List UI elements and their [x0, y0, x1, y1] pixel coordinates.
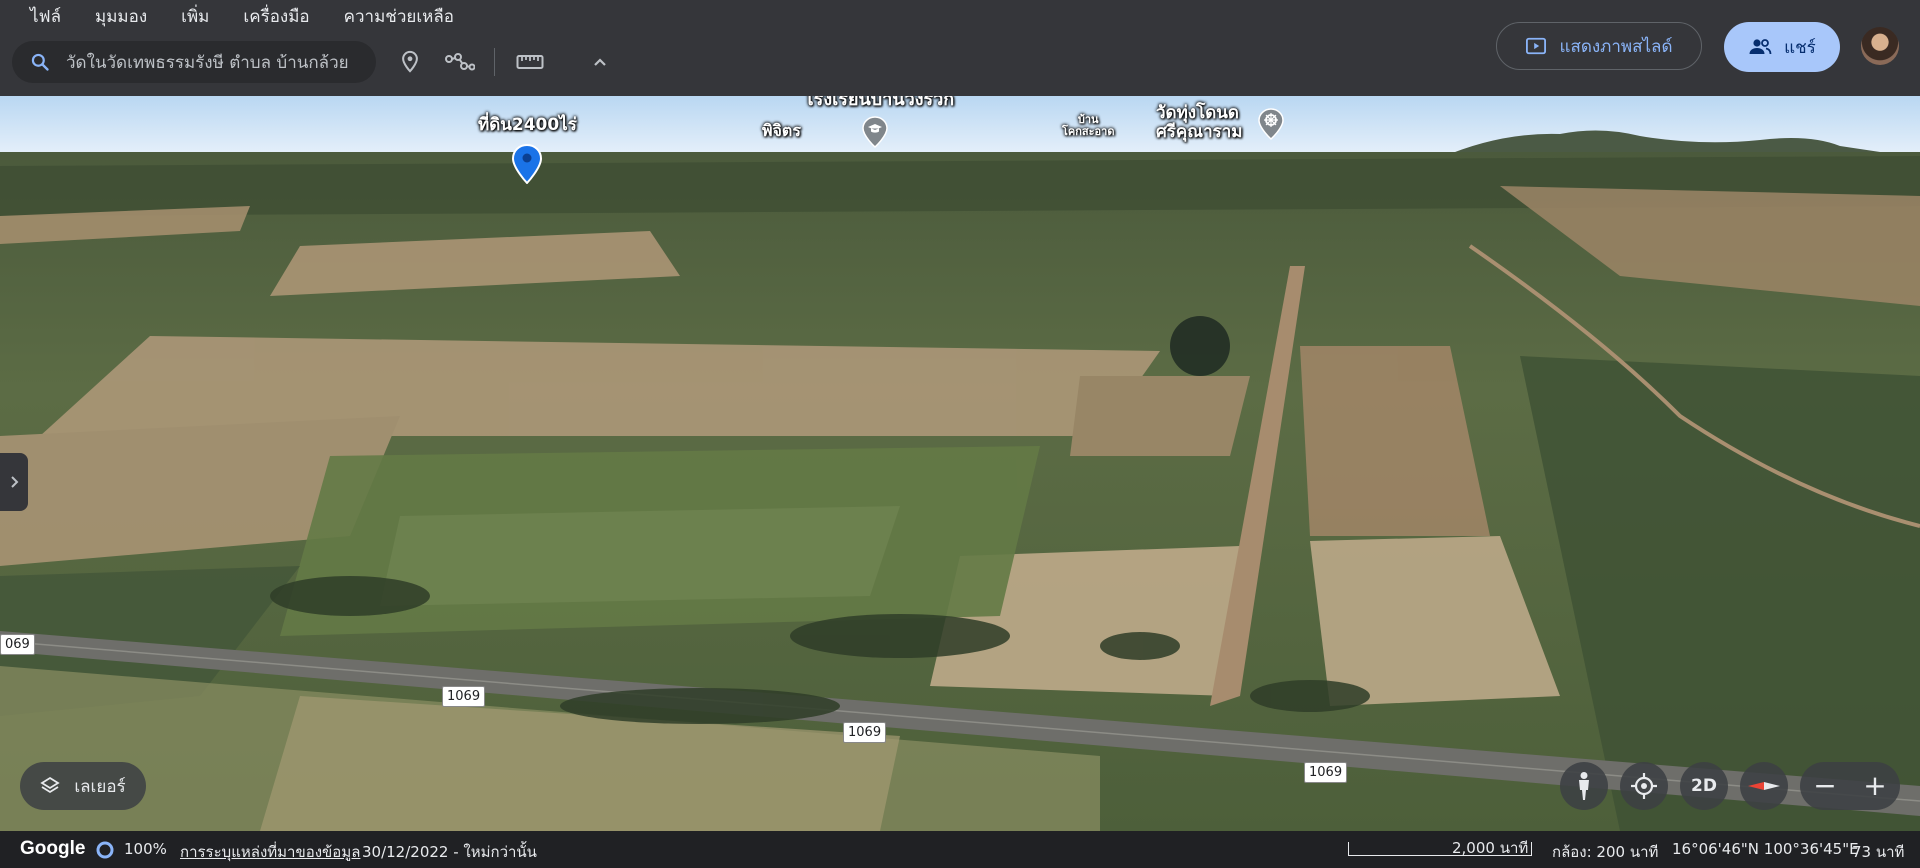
search-icon [31, 53, 49, 71]
toggle-2d-button[interactable]: 2D [1680, 762, 1728, 810]
chevron-up-icon [594, 58, 606, 66]
menu-tools[interactable]: เครื่องมือ [231, 6, 331, 30]
search-input[interactable] [64, 51, 368, 73]
placemark-icon [402, 50, 418, 73]
route-shield: 1069 [442, 686, 486, 707]
placemark-label[interactable]: ที่ดิน2400ไร่ [478, 116, 577, 135]
village-label-line2: โคกสะอาด [1062, 125, 1115, 139]
temple-label[interactable]: วัดทุ่งโดนด ศรีคุณาราม [1156, 104, 1243, 141]
coordinates: 16°06'46"N 100°36'45"E [1672, 840, 1859, 858]
slideshow-button[interactable]: แสดงภาพสไลด์ [1496, 22, 1702, 70]
route-shield: 1069 [843, 722, 887, 743]
measure-tool-button[interactable] [514, 46, 546, 78]
search-box[interactable] [12, 41, 376, 83]
temple-label-line1: วัดทุ่งโดนด [1156, 103, 1239, 123]
my-location-button[interactable] [1620, 762, 1668, 810]
slideshow-label: แสดงภาพสไลด์ [1559, 36, 1673, 57]
pegman-icon [1579, 772, 1589, 800]
menu-help[interactable]: ความช่วยเหลือ [332, 6, 476, 30]
temple-marker-icon[interactable] [1258, 108, 1284, 140]
top-toolbar: ไฟล์ มุมมอง เพิ่ม เครื่องมือ ความช่วยเหล… [0, 0, 1920, 96]
zoom-controls: − + [1800, 762, 1900, 810]
menu-view[interactable]: มุมมอง [83, 6, 169, 30]
camera-altitude: กล้อง: 200 นาที [1552, 843, 1659, 861]
collapse-toolbar-button[interactable] [584, 46, 616, 78]
school-label[interactable]: โรงเรียนบ้านวังรวก [804, 96, 954, 110]
toolbar-divider [494, 48, 495, 76]
elevation: 73 นาที [1852, 843, 1905, 861]
share-label: แชร์ [1784, 37, 1816, 58]
temple-label-line2: ศรีคุณาราม [1156, 121, 1243, 142]
scale-label: 2,000 นาที [1452, 839, 1529, 857]
loading-ring-icon [96, 841, 114, 859]
zoom-in-button[interactable]: + [1855, 762, 1895, 810]
imagery-date: 30/12/2022 - ใหม่กว่านั้น [362, 843, 537, 861]
route-shield: 069 [0, 634, 35, 655]
avatar[interactable] [1861, 27, 1899, 65]
compass-button[interactable] [1740, 762, 1788, 810]
data-sources-link[interactable]: การระบุแหล่งที่มาของข้อมูล [180, 840, 360, 864]
menu-file[interactable]: ไฟล์ [18, 6, 83, 30]
my-location-icon [1631, 773, 1657, 799]
layers-label: เลเยอร์ [74, 776, 126, 797]
zoom-out-button[interactable]: − [1805, 762, 1845, 810]
placemark-tool-button[interactable] [394, 46, 426, 78]
google-logo: Google [20, 838, 86, 859]
path-tool-button[interactable] [444, 46, 476, 78]
path-icon [445, 53, 475, 71]
layers-icon [40, 776, 61, 794]
school-sublabel: พิจิตร [762, 121, 801, 140]
load-percent: 100% [124, 840, 167, 858]
chevron-right-icon [11, 476, 19, 488]
menu-add[interactable]: เพิ่ม [169, 6, 231, 30]
placemark-pin-icon[interactable] [512, 144, 542, 184]
route-shield: 1069 [1304, 762, 1348, 783]
people-icon [1749, 39, 1772, 55]
satellite-imagery [0, 96, 1920, 831]
village-label[interactable]: บ้าน โคกสะอาด [1062, 113, 1115, 139]
ruler-icon [516, 55, 544, 69]
layers-button[interactable]: เลเยอร์ [20, 762, 146, 810]
map-viewport[interactable]: ที่ดิน2400ไร่ โรงเรียนบ้านวังรวก พิจิตร … [0, 96, 1920, 831]
share-button[interactable]: แชร์ [1724, 22, 1840, 72]
slideshow-icon [1526, 37, 1547, 55]
menu-bar: ไฟล์ มุมมอง เพิ่ม เครื่องมือ ความช่วยเหล… [18, 6, 476, 30]
school-marker-icon[interactable] [862, 116, 888, 148]
compass-icon [1748, 782, 1780, 790]
expand-panel-button[interactable] [0, 453, 28, 511]
pegman-button[interactable] [1560, 762, 1608, 810]
